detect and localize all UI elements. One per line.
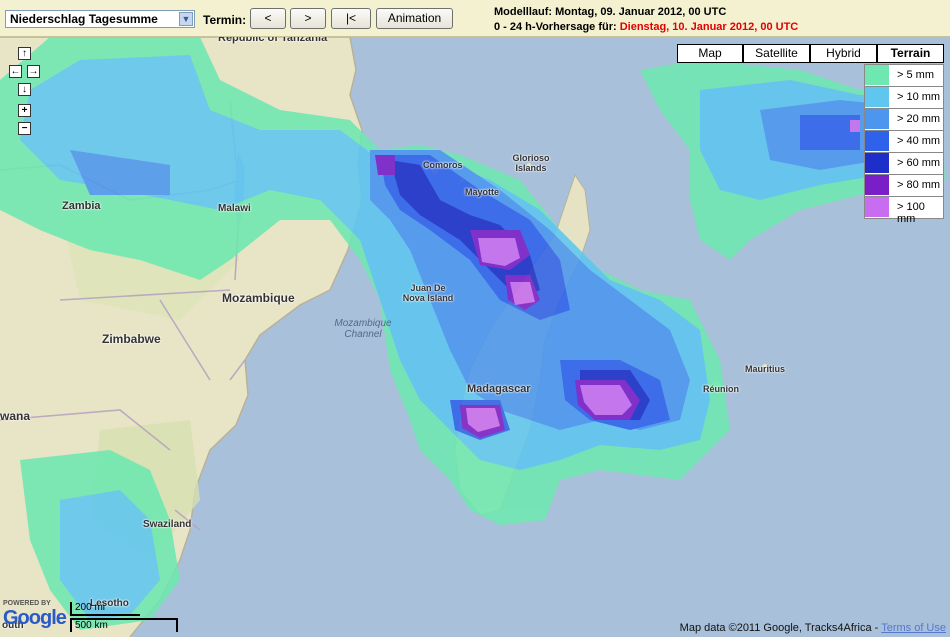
legend-row: > 60 mm: [865, 153, 943, 175]
legend-row: > 40 mm: [865, 131, 943, 153]
google-logo: Google: [3, 607, 67, 629]
product-select-value: Niederschlag Tagesumme: [10, 12, 158, 26]
label-zambia: Zambia: [62, 200, 101, 212]
next-button[interactable]: >: [290, 8, 326, 29]
copyright-text: Map data ©2011 Google, Tracks4Africa -: [679, 622, 882, 634]
maptype-map-button[interactable]: Map: [677, 44, 743, 63]
legend-row: > 5 mm: [865, 65, 943, 87]
prev-button[interactable]: <: [250, 8, 286, 29]
pan-left-button[interactable]: ←: [9, 65, 22, 78]
legend-swatch: [865, 65, 889, 85]
maptype-terrain-button[interactable]: Terrain: [877, 44, 944, 63]
label-mozambique: Mozambique: [222, 291, 295, 305]
first-button[interactable]: |<: [331, 8, 371, 29]
model-run-text: Modelllauf: Montag, 09. Januar 2012, 00 …: [494, 6, 727, 18]
label-mayotte: Mayotte: [465, 187, 500, 197]
product-select[interactable]: Niederschlag Tagesumme ▼: [5, 10, 195, 28]
toolbar: Niederschlag Tagesumme ▼ Termin: < > |< …: [0, 0, 950, 37]
label-botswana: wana: [0, 409, 31, 423]
label-madagascar: Madagascar: [467, 383, 531, 395]
forecast-prefix: 0 - 24 h-Vorhersage für:: [494, 21, 620, 33]
legend-swatch: [865, 153, 889, 173]
label-malawi: Malawi: [218, 203, 251, 214]
label-mauritius: Mauritius: [745, 364, 786, 374]
label-tanzania: Republic of Tanzania: [218, 37, 328, 44]
label-mozambique-channel: Mozambique Channel: [334, 318, 392, 340]
animation-button[interactable]: Animation: [376, 8, 453, 29]
label-swaziland: Swaziland: [143, 519, 192, 530]
precipitation-legend: > 5 mm > 10 mm > 20 mm > 40 mm > 60 mm >…: [864, 64, 944, 225]
label-reunion: Réunion: [703, 384, 739, 394]
forecast-text: 0 - 24 h-Vorhersage für: Dienstag, 10. J…: [494, 21, 798, 33]
label-juan-de-nova: Juan De Nova Island: [402, 283, 454, 303]
legend-swatch: [865, 131, 889, 151]
maptype-hybrid-button[interactable]: Hybrid: [810, 44, 877, 63]
termin-label: Termin:: [203, 13, 247, 27]
copyright: Map data ©2011 Google, Tracks4Africa - T…: [680, 622, 946, 634]
zoom-in-button[interactable]: +: [18, 104, 31, 117]
pan-right-button[interactable]: →: [27, 65, 40, 78]
forecast-date: Dienstag, 10. Januar 2012, 00 UTC: [619, 21, 799, 33]
legend-label: > 10 mm: [897, 91, 941, 103]
pan-up-button[interactable]: ↑: [18, 47, 31, 60]
legend-label: > 80 mm: [897, 179, 941, 191]
legend-swatch: [865, 109, 889, 129]
chevron-down-icon[interactable]: ▼: [179, 12, 193, 26]
scale-miles: 200 mi: [70, 602, 140, 616]
map-canvas[interactable]: Republic of Tanzania Zambia Malawi Mozam…: [0, 37, 950, 637]
legend-label: > 60 mm: [897, 157, 941, 169]
legend-swatch: [865, 87, 889, 107]
label-zimbabwe: Zimbabwe: [102, 332, 161, 346]
powered-by-text: POWERED BY: [3, 600, 51, 607]
legend-swatch: [865, 175, 889, 195]
terms-link[interactable]: Terms of Use: [881, 622, 946, 634]
label-comoros: Comoros: [423, 160, 463, 170]
legend-row: > 100 mm: [865, 197, 943, 225]
legend-label: > 20 mm: [897, 113, 941, 125]
maptype-satellite-button[interactable]: Satellite: [743, 44, 810, 63]
zoom-out-button[interactable]: −: [18, 122, 31, 135]
legend-row: > 20 mm: [865, 109, 943, 131]
legend-row: > 10 mm: [865, 87, 943, 109]
legend-label: > 40 mm: [897, 135, 941, 147]
legend-swatch: [865, 197, 889, 217]
legend-row: > 80 mm: [865, 175, 943, 197]
label-glorioso: Glorioso Islands: [512, 153, 550, 173]
legend-label: > 100 mm: [897, 201, 925, 225]
scale-km: 500 km: [70, 618, 178, 632]
legend-label: > 5 mm: [897, 69, 934, 81]
pan-down-button[interactable]: ↓: [18, 83, 31, 96]
